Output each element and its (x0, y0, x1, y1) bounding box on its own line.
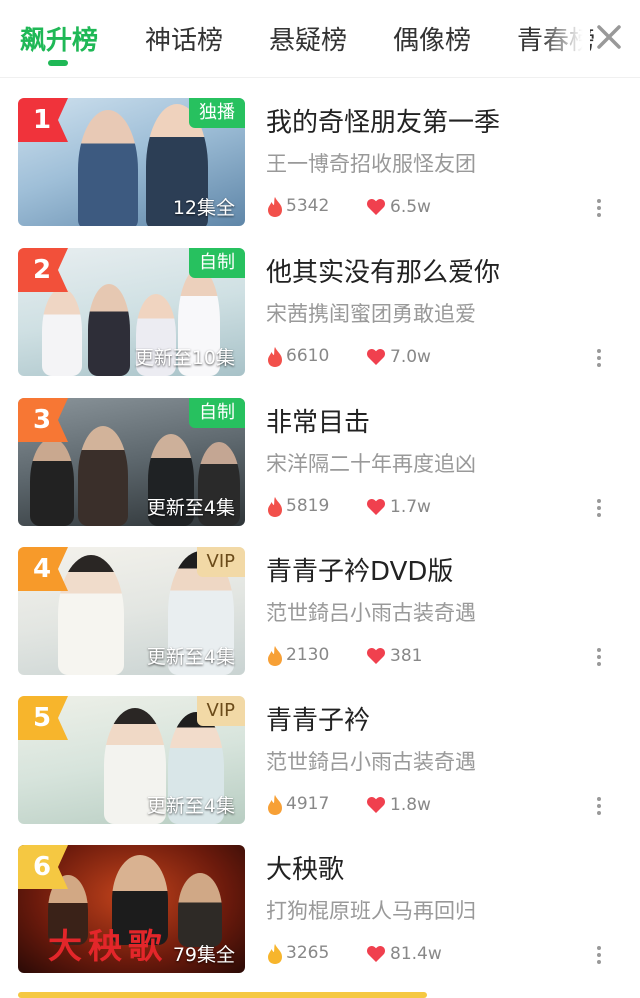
hot-value: 2130 (286, 645, 330, 665)
list-item[interactable]: 4 VIP 更新至4集 青青子衿DVD版 范世錡吕小雨古装奇遇 2130 381 (0, 547, 640, 697)
poster-thumbnail[interactable]: 3 自制 更新至4集 (18, 398, 245, 526)
flame-icon (268, 497, 282, 517)
flame-icon (268, 347, 282, 367)
like-count: 81.4w (390, 944, 442, 964)
tab-suspense[interactable]: 悬疑榜 (269, 20, 347, 57)
poster-thumbnail[interactable]: 1 独播 12集全 (18, 98, 245, 226)
like-count: 7.0w (390, 347, 431, 367)
list-item[interactable]: 3 自制 更新至4集 非常目击 宋洋隔二十年再度追凶 5819 1.7w (0, 398, 640, 548)
like-count: 1.7w (390, 497, 431, 517)
episode-count: 更新至4集 (146, 795, 235, 817)
flame-icon (268, 197, 282, 217)
vip-badge: VIP (196, 696, 245, 726)
episode-count: 更新至4集 (146, 497, 235, 519)
hot-value: 5819 (286, 496, 330, 516)
show-subtitle: 打狗棍原班人马再回归 (266, 899, 476, 923)
tab-myth[interactable]: 神话榜 (145, 20, 223, 57)
show-title[interactable]: 青青子衿DVD版 (266, 551, 453, 588)
like-count: 381 (390, 646, 423, 666)
hot-value: 5342 (286, 196, 330, 216)
close-icon[interactable] (592, 20, 626, 54)
list-item[interactable]: 1 独播 12集全 我的奇怪朋友第一季 王一博奇招收服怪友团 5342 6.5w (0, 98, 640, 248)
list-item[interactable]: 5 VIP 更新至4集 青青子衿 范世錡吕小雨古装奇遇 4917 1.8w (0, 696, 640, 846)
next-item-peek (18, 992, 427, 998)
stats-row: 2130 381 (266, 645, 626, 669)
show-subtitle: 范世錡吕小雨古装奇遇 (266, 750, 476, 774)
show-title[interactable]: 他其实没有那么爱你 (266, 252, 500, 289)
episode-count: 更新至10集 (134, 347, 235, 369)
episode-count: 12集全 (172, 197, 235, 219)
episode-count: 更新至4集 (146, 646, 235, 668)
like-count: 1.8w (390, 795, 431, 815)
poster-thumbnail[interactable]: 大秧歌 6 79集全 (18, 845, 245, 973)
flame-icon (268, 646, 282, 666)
heart-icon[interactable] (366, 945, 386, 963)
more-icon[interactable] (594, 796, 604, 816)
episode-count: 79集全 (172, 944, 235, 966)
original-badge: 自制 (189, 398, 245, 428)
hot-value: 3265 (286, 943, 330, 963)
list-item[interactable]: 2 自制 更新至10集 他其实没有那么爱你 宋茜携闺蜜团勇敢追爱 6610 7.… (0, 248, 640, 398)
tab-soaring[interactable]: 飙升榜 (20, 20, 98, 57)
flame-icon (268, 795, 282, 815)
show-subtitle: 范世錡吕小雨古装奇遇 (266, 601, 476, 625)
heart-icon[interactable] (366, 647, 386, 665)
poster-thumbnail[interactable]: 4 VIP 更新至4集 (18, 547, 245, 675)
more-icon[interactable] (594, 498, 604, 518)
show-title[interactable]: 我的奇怪朋友第一季 (266, 102, 500, 139)
list-item[interactable]: 大秧歌 6 79集全 大秧歌 打狗棍原班人马再回归 3265 81.4w (0, 845, 640, 995)
like-count: 6.5w (390, 197, 431, 217)
tab-fade (540, 0, 590, 76)
heart-icon[interactable] (366, 796, 386, 814)
heart-icon[interactable] (366, 498, 386, 516)
tab-idol[interactable]: 偶像榜 (393, 20, 471, 57)
exclusive-badge: 独播 (189, 98, 245, 128)
hot-value: 4917 (286, 794, 330, 814)
show-subtitle: 王一博奇招收服怪友团 (266, 152, 476, 176)
stats-row: 5819 1.7w (266, 496, 626, 520)
more-icon[interactable] (594, 647, 604, 667)
stats-row: 5342 6.5w (266, 196, 626, 220)
more-icon[interactable] (594, 348, 604, 368)
show-title[interactable]: 非常目击 (266, 402, 370, 439)
stats-row: 4917 1.8w (266, 794, 626, 818)
stats-row: 3265 81.4w (266, 943, 626, 967)
poster-thumbnail[interactable]: 5 VIP 更新至4集 (18, 696, 245, 824)
tab-bar: 飙升榜 神话榜 悬疑榜 偶像榜 青春榜 (0, 0, 640, 78)
poster-thumbnail[interactable]: 2 自制 更新至10集 (18, 248, 245, 376)
show-subtitle: 宋洋隔二十年再度追凶 (266, 452, 476, 476)
vip-badge: VIP (196, 547, 245, 577)
more-icon[interactable] (594, 945, 604, 965)
more-icon[interactable] (594, 198, 604, 218)
flame-icon (268, 944, 282, 964)
show-title[interactable]: 青青子衿 (266, 700, 370, 737)
heart-icon[interactable] (366, 348, 386, 366)
show-title[interactable]: 大秧歌 (266, 849, 344, 886)
hot-value: 6610 (286, 346, 330, 366)
heart-icon[interactable] (366, 198, 386, 216)
active-tab-indicator (48, 60, 68, 66)
stats-row: 6610 7.0w (266, 346, 626, 370)
original-badge: 自制 (189, 248, 245, 278)
show-subtitle: 宋茜携闺蜜团勇敢追爱 (266, 302, 476, 326)
